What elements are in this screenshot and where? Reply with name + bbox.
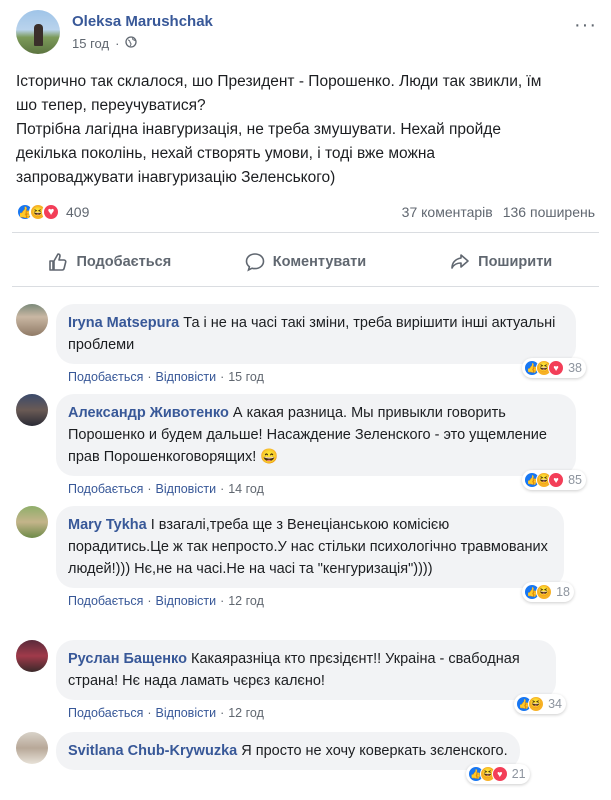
commenter-name[interactable]: Svitlana Chub-Krywuzka [68,743,237,759]
comment-icon [245,253,265,272]
comment-reaction-count: 85 [568,473,582,487]
comment-like-link[interactable]: Подобається [68,594,143,608]
separator: · [147,706,152,720]
separator: · [220,594,225,608]
comment: Iryna Matsepura Та і не на часі такі змі… [16,304,586,384]
commenter-name[interactable]: Александр Животенко [68,405,229,421]
post-text: Історично так склалося, шо Президент - П… [16,70,596,190]
post-header: Oleksa Marushchak 15 год · [16,10,213,54]
haha-reaction-icon: 😆 [536,584,553,600]
like-button[interactable]: Подобається [12,244,208,280]
comment: Svitlana Chub-Krywuzka Я просто не хочу … [16,732,576,784]
comment: Руслан Бащенко Какаяразніца кто прєзідєн… [16,640,566,720]
commenter-avatar[interactable] [16,394,48,426]
comment-bubble: Mary Tykha І взагалі,треба ще з Венеціан… [56,506,574,602]
separator: · [220,482,225,496]
commenter-name[interactable]: Mary Tykha [68,517,147,533]
comment-bubble: Руслан Бащенко Какаяразніца кто прєзідєн… [56,640,566,714]
comment-button-label: Коментувати [272,254,367,270]
reaction-count[interactable]: 409 [66,204,89,220]
commenter-name[interactable]: Iryna Matsepura [68,315,179,331]
post-text-line: Історично так склалося, шо Президент - П… [16,73,542,90]
comment-reply-link[interactable]: Відповісти [156,594,217,608]
love-reaction-icon: ♥ [42,203,60,221]
globe-icon [125,36,138,51]
comment-time[interactable]: 14 год [228,482,264,496]
share-icon [451,254,469,269]
comment-like-link[interactable]: Подобається [68,370,143,384]
post-stats: 👍 😆 ♥ 409 37 коментарів 136 поширень [16,200,595,224]
author-name[interactable]: Oleksa Marushchak [72,13,213,30]
separator: · [147,370,152,384]
love-reaction-icon: ♥ [491,766,508,782]
comments-count[interactable]: 37 коментарів [402,204,493,220]
comment: Александр Животенко А какая разница. Мы … [16,394,586,496]
separator: · [220,370,225,384]
comment-reactions[interactable]: 👍 😆 ♥ 21 [465,764,530,784]
separator: · [115,36,120,51]
comment-like-link[interactable]: Подобається [68,706,143,720]
comment-reaction-count: 38 [568,361,582,375]
comment-bubble: Svitlana Chub-Krywuzka Я просто не хочу … [56,732,530,784]
post-actions: Подобається Коментувати Поширити [12,244,599,280]
post-text-line: шо тепер, переучуватися? [16,97,206,114]
commenter-avatar[interactable] [16,506,48,538]
post-time[interactable]: 15 год [72,36,109,51]
share-button-label: Поширити [478,254,553,270]
post-text-line: запроваджувати інавгуризацію Зеленського… [16,169,336,186]
comment-time[interactable]: 12 год [228,706,264,720]
comment-reply-link[interactable]: Відповісти [156,370,217,384]
more-options-icon[interactable]: ··· [574,14,597,37]
comment-bubble: Iryna Matsepura Та і не на часі такі змі… [56,304,586,378]
post-text-line: декілька поколінь, нехай створять умови,… [16,145,436,162]
comment-reactions[interactable]: 👍 😆 ♥ 85 [522,470,586,490]
commenter-name[interactable]: Руслан Бащенко [68,651,187,667]
comment-button[interactable]: Коментувати [208,244,404,280]
post-text-line: Потрібна лагідна інавгуризація, не треба… [16,121,501,138]
commenter-avatar[interactable] [16,732,48,764]
divider [12,286,599,287]
comment-time[interactable]: 12 год [228,594,264,608]
commenter-avatar[interactable] [16,304,48,336]
share-button[interactable]: Поширити [403,244,599,280]
comment-bubble: Александр Животенко А какая разница. Мы … [56,394,586,490]
love-reaction-icon: ♥ [548,360,565,376]
like-button-label: Подобається [76,254,172,270]
separator: · [220,706,225,720]
author-avatar[interactable] [16,10,60,54]
commenter-avatar[interactable] [16,640,48,672]
haha-reaction-icon: 😆 [528,696,545,712]
thumbs-up-icon [49,253,68,271]
comment-reaction-count: 34 [548,697,562,711]
comment-text: Я просто не хочу коверкать зєленского. [241,743,508,759]
comment-reaction-count: 18 [556,585,570,599]
comment-reactions[interactable]: 👍 😆 ♥ 38 [522,358,586,378]
reaction-summary[interactable]: 👍 😆 ♥ 409 [16,203,89,221]
comment-reply-link[interactable]: Відповісти [156,706,217,720]
love-reaction-icon: ♥ [548,472,565,488]
comment-reactions[interactable]: 👍 😆 34 [514,694,566,714]
comment-time[interactable]: 15 год [228,370,264,384]
comment-like-link[interactable]: Подобається [68,482,143,496]
separator: · [147,482,152,496]
comment-reply-link[interactable]: Відповісти [156,482,217,496]
comment-reaction-count: 21 [511,767,526,781]
comment: Mary Tykha І взагалі,треба ще з Венеціан… [16,506,574,608]
divider [12,232,599,233]
comment-reactions[interactable]: 👍 😆 18 [522,582,574,602]
shares-count[interactable]: 136 поширень [503,204,595,220]
separator: · [147,594,152,608]
